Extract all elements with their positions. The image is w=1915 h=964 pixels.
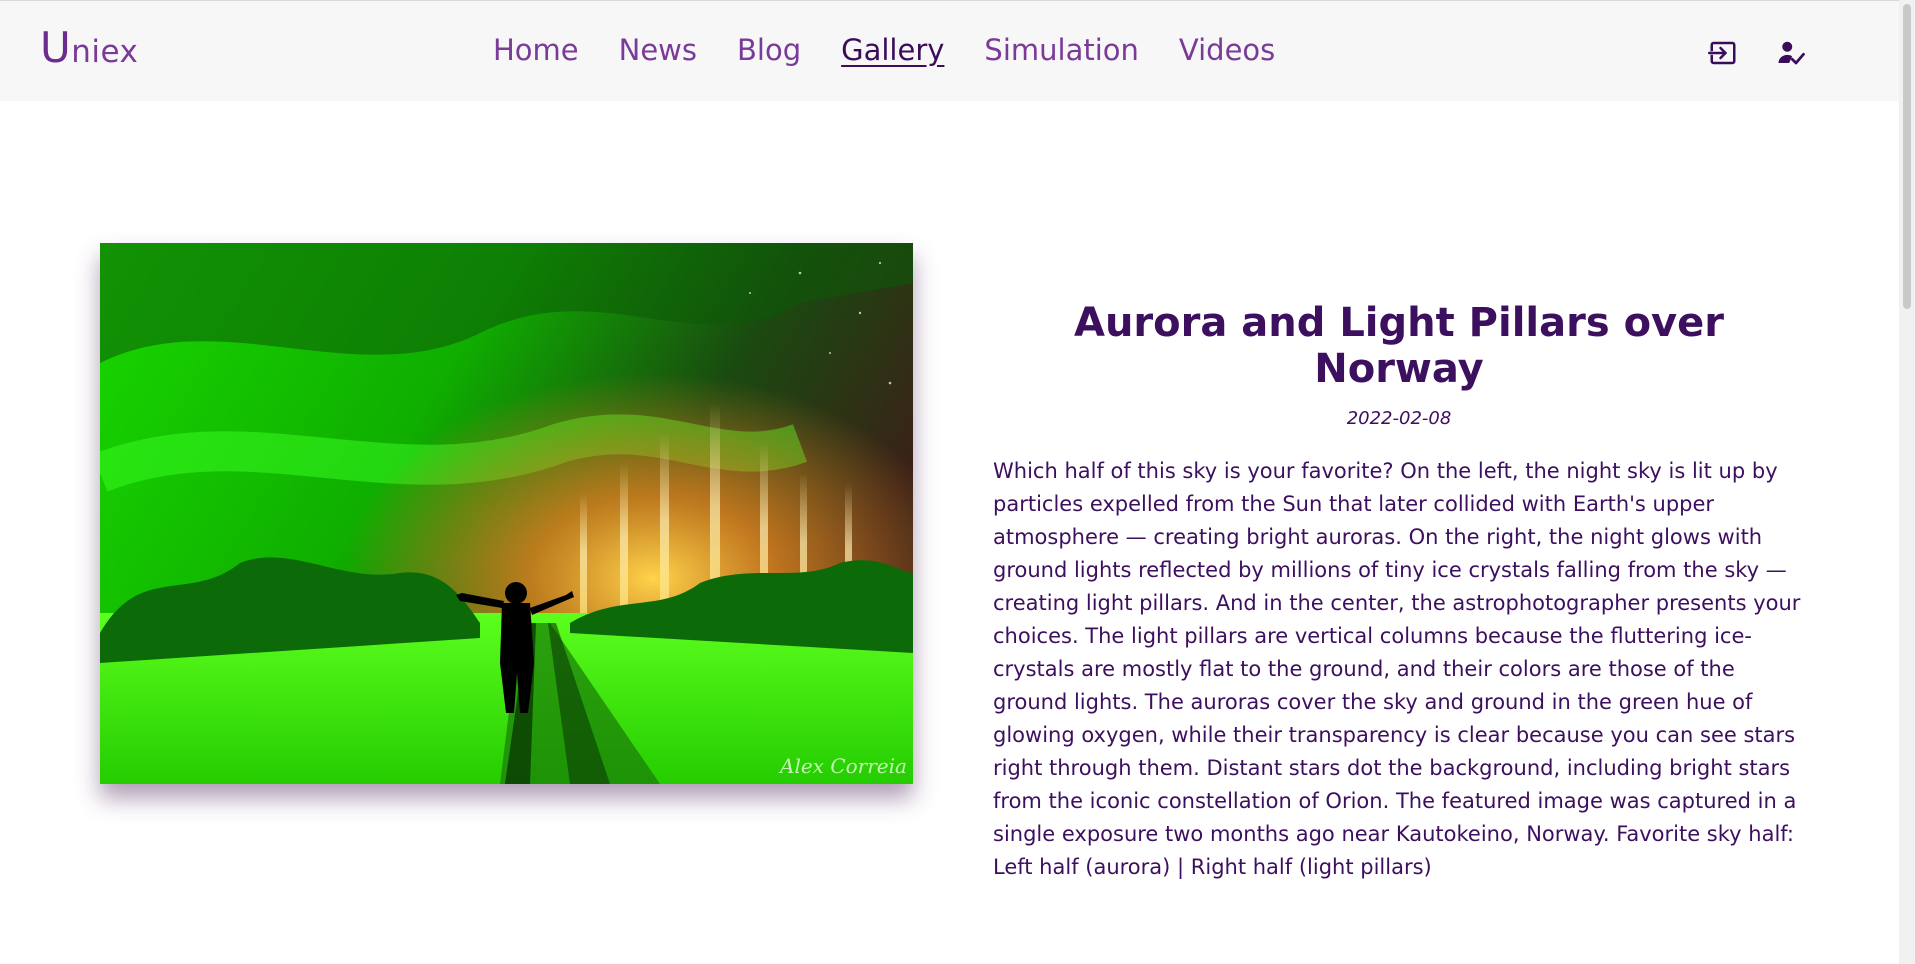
article-date: 2022-02-08 (1346, 408, 1452, 429)
navbar: Uniex Home News Blog Gallery Simulation … (0, 1, 1899, 101)
article-info: Aurora and Light Pillars over Norway 202… (993, 300, 1805, 884)
article-description: Which half of this sky is your favorite?… (993, 459, 1801, 879)
scrollbar-thumb[interactable] (1903, 4, 1911, 309)
page-scrollbar[interactable] (1899, 0, 1915, 964)
gallery-image[interactable]: Alex Correia (100, 243, 913, 784)
image-watermark: Alex Correia (778, 754, 907, 778)
nav-home-link[interactable]: Home (493, 33, 579, 67)
nav-videos-link[interactable]: Videos (1179, 33, 1275, 67)
nav-blog-link[interactable]: Blog (737, 33, 801, 67)
site-logo[interactable]: Uniex (40, 23, 138, 72)
article-title: Aurora and Light Pillars over Norway (1074, 300, 1724, 392)
header-actions (1708, 38, 1806, 68)
main-nav: Home News Blog Gallery Simulation Videos (493, 33, 1315, 67)
logo-text: niex (71, 34, 139, 70)
nav-simulation-link[interactable]: Simulation (984, 33, 1138, 67)
user-check-icon[interactable] (1776, 38, 1806, 68)
logo-initial: U (40, 23, 72, 72)
login-icon[interactable] (1708, 38, 1738, 68)
nav-gallery-link[interactable]: Gallery (841, 33, 944, 67)
nav-news-link[interactable]: News (619, 33, 697, 67)
